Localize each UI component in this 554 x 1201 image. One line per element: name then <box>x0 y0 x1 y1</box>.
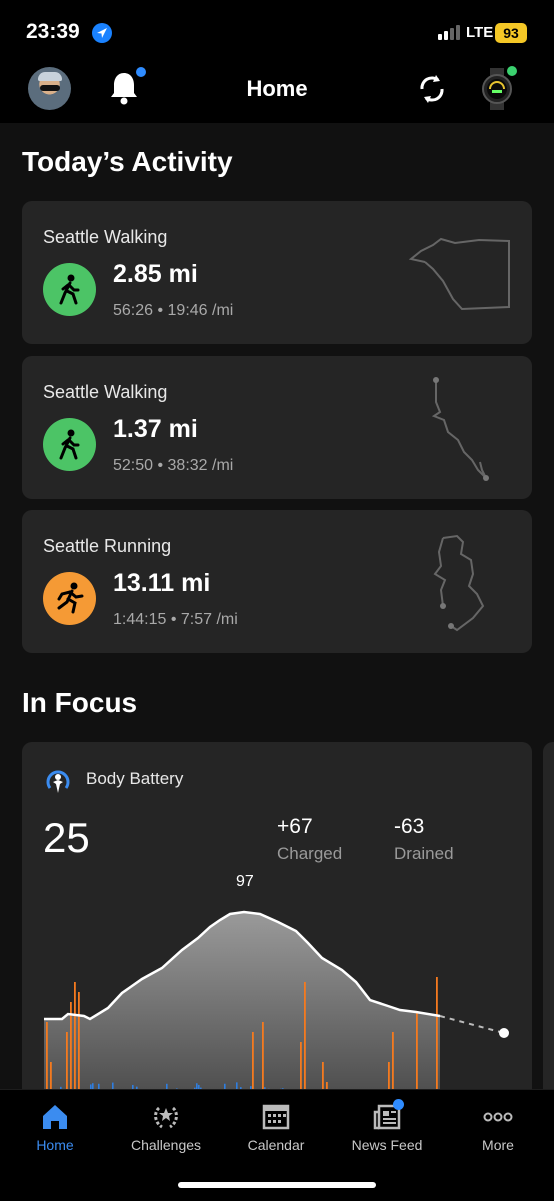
activity-bar <box>416 1012 418 1089</box>
body-battery-chart <box>22 892 532 1089</box>
activity-bar <box>262 1022 264 1089</box>
tab-label: Challenges <box>111 1137 221 1153</box>
location-arrow-icon <box>92 23 112 43</box>
activity-details: 52:50 • 38:32 /mi <box>113 457 233 475</box>
activity-card[interactable]: Seattle Running 13.11 mi 1:44:15 • 7:57 … <box>22 510 532 653</box>
sync-icon[interactable] <box>416 70 448 113</box>
body-battery-title: Body Battery <box>86 769 183 789</box>
battery-area <box>44 912 440 1089</box>
route-map-icon <box>407 231 515 315</box>
activity-bar <box>326 1082 328 1089</box>
tab-calendar[interactable]: Calendar <box>221 1090 331 1160</box>
running-icon <box>43 572 96 625</box>
calendar-icon <box>260 1102 292 1137</box>
tab-home[interactable]: Home <box>0 1090 110 1160</box>
activity-bar <box>252 1032 254 1089</box>
activity-bar <box>392 1032 394 1089</box>
activity-details: 1:44:15 • 7:57 /mi <box>113 611 238 629</box>
activity-bar <box>74 982 76 1089</box>
activity-bar <box>300 1042 302 1089</box>
charged-label: Charged <box>277 844 342 864</box>
tab-label: Calendar <box>221 1137 331 1153</box>
stress-bar <box>236 1082 238 1089</box>
device-connected-badge <box>507 66 517 76</box>
activity-card[interactable]: Seattle Walking 2.85 mi 56:26 • 19:46 /m… <box>22 201 532 344</box>
activity-name: Seattle Walking <box>43 382 167 403</box>
tab-news-feed[interactable]: News Feed <box>332 1090 442 1160</box>
tab-label: More <box>443 1137 553 1153</box>
activity-bar <box>388 1062 390 1089</box>
walking-icon <box>43 263 96 316</box>
activity-bar <box>78 992 80 1089</box>
home-indicator <box>178 1182 376 1188</box>
route-map-icon <box>427 530 497 640</box>
news-feed-badge <box>393 1099 404 1110</box>
activity-bar <box>322 1062 324 1089</box>
home-icon <box>39 1102 71 1137</box>
activity-distance: 13.11 mi <box>113 569 210 598</box>
activity-bar <box>304 982 306 1089</box>
body-battery-card[interactable]: Body Battery 25 +67 Charged -63 Drained … <box>22 742 532 1089</box>
battery-level: 93 <box>495 23 527 43</box>
walking-icon <box>43 418 96 471</box>
drained-label: Drained <box>394 844 454 864</box>
status-time: 23:39 <box>26 20 80 44</box>
projection-line <box>440 1016 504 1033</box>
activity-details: 56:26 • 19:46 /mi <box>113 302 233 320</box>
tab-challenges[interactable]: Challenges <box>111 1090 221 1160</box>
charged-value: +67 <box>277 815 313 839</box>
todays-activity-heading: Today’s Activity <box>22 146 233 178</box>
activity-bar <box>66 1032 68 1089</box>
page-title: Home <box>0 76 554 102</box>
body-battery-icon <box>44 766 72 799</box>
projection-endpoint <box>499 1028 509 1038</box>
home-content[interactable]: Today’s Activity Seattle Walking 2.85 mi… <box>0 123 554 1089</box>
more-icon <box>482 1102 514 1137</box>
tab-label: Home <box>0 1137 110 1153</box>
drained-value: -63 <box>394 815 424 839</box>
tab-more[interactable]: More <box>443 1090 553 1160</box>
activity-bar <box>50 1062 52 1089</box>
network-type: LTE <box>466 24 493 41</box>
activity-card[interactable]: Seattle Walking 1.37 mi 52:50 • 38:32 /m… <box>22 356 532 499</box>
top-navigation: Home <box>0 66 554 123</box>
peak-label: 97 <box>236 873 254 891</box>
laurel-icon <box>150 1102 182 1137</box>
next-focus-card[interactable] <box>543 742 554 1089</box>
activity-bar <box>436 977 438 1089</box>
activity-bar <box>46 1022 48 1089</box>
status-bar: 23:39 LTE 93 <box>0 0 554 66</box>
activity-name: Seattle Running <box>43 536 171 557</box>
activity-distance: 2.85 mi <box>113 260 198 289</box>
activity-name: Seattle Walking <box>43 227 167 248</box>
activity-distance: 1.37 mi <box>113 415 198 444</box>
body-battery-value: 25 <box>43 814 90 862</box>
in-focus-heading: In Focus <box>22 687 137 719</box>
tab-label: News Feed <box>332 1137 442 1153</box>
route-map-icon <box>424 374 494 484</box>
